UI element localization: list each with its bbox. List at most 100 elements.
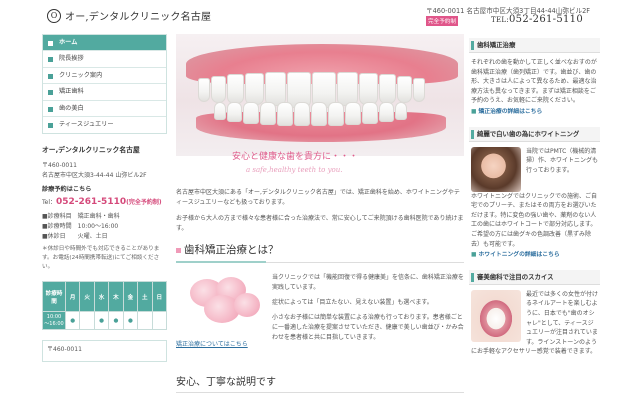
day-header: 木 [108, 281, 124, 313]
tooth [337, 72, 358, 106]
nav-bullet-icon [48, 106, 53, 112]
woman-photo [471, 146, 521, 192]
reservation-title: 診療予約はこちら [42, 186, 92, 194]
tooth [214, 102, 226, 120]
tooth [362, 102, 378, 124]
nav-item-label: 歯の美白 [59, 104, 84, 112]
day-header: 水 [93, 281, 110, 313]
nav-item-clinic[interactable]: クリニック案内 [43, 67, 166, 85]
day-header: 日 [151, 281, 168, 313]
ortho-section: 当クリニックでは「機能回復で得る健康美」を信条に、歯科矯正治療を実践しています。… [176, 273, 464, 353]
nav-item-label: ホーム [59, 39, 78, 46]
nav-bullet-icon [48, 41, 53, 46]
schedule-cell: ● [93, 311, 110, 331]
carnation-image [176, 273, 264, 329]
logo-text: オー,デンタルクリニック名古屋 [65, 12, 212, 23]
nav-item-home[interactable]: ホーム [43, 35, 166, 52]
tooth [260, 102, 276, 125]
reservation-badge: 完全予約制 [426, 16, 458, 26]
ortho-card-body: それぞれの歯を動かして正しく並べなおすのが歯科矯正治療（歯列矯正）です。歯並び、… [469, 53, 600, 123]
whitening-card-text: ご希望の方には歯グキの色調改善（黒ずみ除去）も可能です。 [471, 230, 592, 248]
day-header: 月 [64, 281, 81, 313]
nav-item-label: クリニック案内 [59, 71, 103, 79]
access-zip: 〒460-0011 [47, 346, 82, 354]
time-slot-label: 10:00 〜16:00 [42, 311, 66, 331]
page: O オー,デンタルクリニック名古屋 〒460-0011 名古屋市中区大須3丁目4… [0, 0, 640, 400]
ortho-card-text: それぞれの歯を動かして正しく並べなおすのが歯科矯正治療（歯列矯正）です。歯並び、… [471, 59, 597, 105]
smile-photo [471, 289, 521, 342]
nav-bullet-icon [48, 57, 53, 63]
tooth [397, 76, 412, 103]
carnation-petal [234, 293, 260, 317]
nav-item-orthodontics[interactable]: 矯正歯科 [43, 84, 166, 101]
holiday-note: ＊休診日や時間外でも対応できることがあります。お電話(24時間携帯転送)にてご相… [42, 246, 160, 271]
tooth [277, 102, 293, 126]
ortho-paragraph: 小さなお子様には簡単な装置による治療も行っております。患者様ごとに一番適した治療… [272, 314, 464, 341]
nav-item-jewelry[interactable]: ティースジュエリー [43, 116, 166, 134]
site-logo[interactable]: O オー,デンタルクリニック名古屋 [47, 8, 211, 23]
header-phone-number: 052-261-5110 [509, 14, 583, 25]
tooth [243, 102, 259, 124]
hero-copy: 安心と健康な歯を貴方に・・・ [232, 152, 359, 162]
nav-item-label: 院長挨拶 [59, 55, 84, 63]
clinic-name: オー,デンタルクリニック名古屋 [42, 146, 140, 155]
clinic-zip: 〒460-0011 [42, 162, 77, 170]
schedule-cell: ● [122, 311, 139, 331]
title-bullet-icon [176, 247, 181, 253]
nav-item-greeting[interactable]: 院長挨拶 [43, 51, 166, 68]
schedule-cell [137, 311, 153, 331]
clinic-phone[interactable]: Tel：052-261-5110(完全予約制) [42, 197, 167, 208]
jewelry-card-body: 最近では多くの女性が付けるネイルアートを楽しむように、日本でも"歯のオシャレ"と… [469, 285, 600, 362]
nav-item-whitening[interactable]: 歯の美白 [43, 100, 166, 117]
main-content: 安心と健康な歯を貴方に・・・ a safe,healthy teeth to y… [176, 34, 464, 393]
tooth [379, 74, 396, 104]
whitening-card-text: ホワイトニングではクリニックでの施術、ご自宅でのプリーチ、またはその両方をお選び… [471, 192, 598, 229]
right-sidebar: 歯科矯正治療 それぞれの歯を動かして正しく並べなおすのが歯科矯正治療（歯列矯正）… [469, 38, 600, 366]
nav-bullet-icon [48, 90, 53, 96]
ortho-detail-link[interactable]: 矯正治療についてはこちら [176, 339, 248, 348]
ortho-card-heading: 歯科矯正治療 [469, 38, 600, 53]
ortho-card: 歯科矯正治療 それぞれの歯を動かして正しく並べなおすのが歯科矯正治療（歯列矯正）… [469, 38, 600, 123]
clinic-info: オー,デンタルクリニック名古屋 〒460-0011 名古屋市中区大須3-44-4… [42, 145, 167, 272]
tooth [395, 102, 407, 120]
hero-image [176, 34, 464, 156]
ortho-section-title: 歯科矯正治療とは？ [176, 242, 464, 263]
clinic-address: 名古屋市中区大須3-44-44 山弥ビル2F [42, 172, 147, 180]
access-box: 〒460-0011 [42, 340, 167, 363]
intro-paragraph: お子様から大人の方まで様々な患者様に合った治療法で、常に安心してご来院頂ける歯科… [176, 215, 464, 232]
hero-copy-en: a safe,healthy teeth to you. [246, 166, 343, 174]
tooth [227, 102, 242, 122]
tooth [311, 102, 327, 126]
ortho-section-title-text: 歯科矯正治療とは？ [184, 244, 279, 256]
ortho-text: 当クリニックでは「機能回復で得る健康美」を信条に、歯科矯正治療を実践しています。… [272, 273, 464, 348]
schedule-item: ■診療科目 矯正歯科・歯科 [42, 213, 120, 221]
schedule-cell: ● [64, 311, 81, 331]
tooth [359, 73, 378, 105]
nav-bullet-icon [48, 122, 53, 128]
schedule-cell [79, 311, 95, 331]
site-header: O オー,デンタルクリニック名古屋 〒460-0011 名古屋市中区大須3丁目4… [0, 0, 640, 33]
ortho-paragraph: 当クリニックでは「機能回復で得る健康美」を信条に、歯科矯正治療を実践しています。 [272, 274, 464, 291]
nav-bullet-icon [48, 73, 53, 79]
tooth [413, 78, 425, 102]
whitening-card: 綺麗で白い歯の為にホワイトニング 当院ではPMTC（機械的清掃）作、ホワイトニン… [469, 126, 600, 266]
nav-item-label: ティースジュエリー [59, 120, 114, 128]
schedule-cell: ● [108, 311, 124, 331]
hero-lower-teeth [214, 102, 408, 126]
whitening-card-body: 当院ではPMTC（機械的清掃）作、ホワイトニングも行っております。 ホワイトニン… [469, 142, 600, 266]
header-phone[interactable]: TEL:052-261-5110 [491, 14, 583, 25]
side-nav: ホーム 院長挨拶 クリニック案内 矯正歯科 歯の美白 ティースジュエリー [42, 34, 167, 135]
tooth [198, 78, 210, 102]
intro-text: 名古屋市中区大須にある「オー,デンタルクリニック名古屋」では、矯正歯科を始め、ホ… [176, 188, 464, 234]
clinic-phone-label: Tel： [42, 199, 57, 207]
schedule-item: ■診療時間 10:00〜16:00 [42, 223, 119, 231]
left-sidebar: ホーム 院長挨拶 クリニック案内 矯正歯科 歯の美白 ティースジュエリー オー,… [42, 34, 168, 363]
clinic-phone-note: (完全予約制) [126, 199, 162, 207]
tooth [211, 76, 226, 103]
whitening-card-link[interactable]: ホワイトニングの詳細はこちら [471, 251, 560, 261]
schedule-cell [151, 311, 168, 331]
tooth [345, 102, 361, 125]
tooth [379, 102, 394, 122]
ortho-card-link[interactable]: 矯正治療の詳細はこちら [471, 108, 543, 118]
tooth [265, 72, 286, 106]
